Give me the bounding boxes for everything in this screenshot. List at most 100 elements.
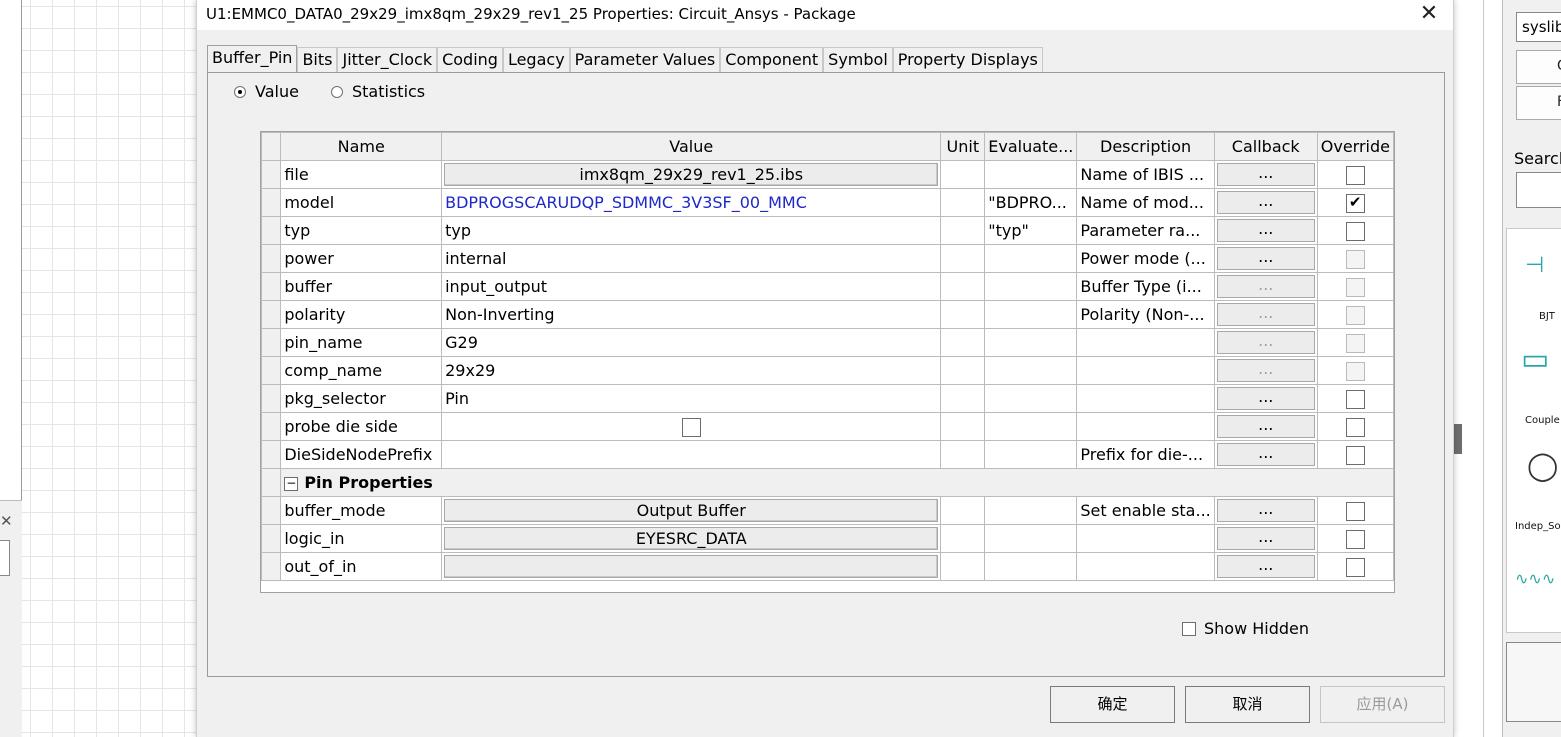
ok-button[interactable]: 确定 <box>1050 686 1175 723</box>
close-button[interactable]: ✕ <box>1415 1 1443 29</box>
override-checkbox[interactable] <box>1345 221 1365 241</box>
collapse-icon[interactable]: − <box>284 476 299 491</box>
callback-button[interactable]: ... <box>1216 191 1315 214</box>
tab-coding[interactable]: Coding <box>437 47 503 73</box>
row-header[interactable] <box>260 160 282 189</box>
cell-value[interactable]: 29x29 <box>441 356 942 385</box>
row-header[interactable] <box>260 412 282 441</box>
row-header[interactable] <box>260 328 282 357</box>
radio-statistics-indicator[interactable] <box>331 85 343 98</box>
callback-button[interactable]: ... <box>1216 247 1315 270</box>
callback-button[interactable]: ... <box>1216 499 1315 522</box>
tab-bits[interactable]: Bits <box>297 47 338 73</box>
callback-button[interactable]: ... <box>1216 443 1315 466</box>
row-header[interactable] <box>260 384 282 413</box>
scrollbar-thumb[interactable] <box>1454 424 1462 454</box>
cell-value[interactable]: Non-Inverting <box>441 300 942 329</box>
cell-value[interactable]: BDPROGSCARUDQP_SDMMC_3V3SF_00_MMC <box>441 188 942 217</box>
show-hidden-option[interactable]: Show Hidden <box>1182 619 1309 638</box>
row-header[interactable] <box>260 552 282 581</box>
table-row[interactable]: out_of_in... <box>260 552 1395 581</box>
table-row[interactable]: file imx8qm_29x29_rev1_25.ibs Name of IBIS… <box>260 160 1395 189</box>
left-panel-field[interactable] <box>0 540 10 576</box>
callback-button[interactable]: ... <box>1216 387 1315 410</box>
row-header[interactable] <box>260 188 282 217</box>
tab-symbol[interactable]: Symbol <box>823 47 893 73</box>
search-input[interactable] <box>1516 172 1561 208</box>
callback-button[interactable]: ... <box>1216 219 1315 242</box>
tab-buffer-pin[interactable]: Buffer_Pin <box>207 45 298 74</box>
row-header[interactable] <box>260 272 282 301</box>
value-button[interactable]: imx8qm_29x29_rev1_25.ibs <box>444 163 939 186</box>
table-row[interactable]: logic_in EYESRC_DATA... <box>260 524 1395 553</box>
radio-value[interactable]: Value <box>234 82 299 101</box>
row-header[interactable] <box>260 300 282 329</box>
override-checkbox[interactable] <box>1345 165 1365 185</box>
tab-component[interactable]: Component <box>720 47 824 73</box>
table-row[interactable]: probe die side... <box>260 412 1395 441</box>
row-header[interactable] <box>260 356 282 385</box>
callback-button[interactable]: ... <box>1216 415 1315 438</box>
override-checkbox[interactable] <box>1345 193 1365 213</box>
tab-parameter-values[interactable]: Parameter Values <box>569 47 721 73</box>
value-checkbox[interactable] <box>681 417 701 437</box>
row-header[interactable] <box>260 496 282 525</box>
override-checkbox[interactable] <box>1345 501 1365 521</box>
radio-value-indicator[interactable] <box>234 85 246 98</box>
column-header-unit[interactable]: Unit <box>940 132 986 161</box>
override-checkbox[interactable] <box>1345 417 1365 437</box>
table-row[interactable]: model BDPROGSCARUDQP_SDMMC_3V3SF_00_MMC "B… <box>260 188 1395 217</box>
table-row[interactable]: pkg_selector Pin... <box>260 384 1395 413</box>
cell-value[interactable] <box>441 440 942 469</box>
callback-button[interactable]: ... <box>1216 163 1315 186</box>
tab-legacy[interactable]: Legacy <box>502 47 570 73</box>
column-header-evaluate[interactable]: Evaluate... <box>984 132 1078 161</box>
tab-jitter-clock[interactable]: Jitter_Clock <box>337 47 438 73</box>
column-header-callback[interactable]: Callback <box>1213 132 1318 161</box>
table-row[interactable]: typ typ "typ" Parameter ra...... <box>260 216 1395 245</box>
row-header[interactable] <box>260 468 282 497</box>
row-header[interactable] <box>260 216 282 245</box>
radio-statistics[interactable]: Statistics <box>331 82 425 101</box>
column-header-name[interactable]: Name <box>280 132 443 161</box>
value-button[interactable]: EYESRC_DATA <box>444 527 939 550</box>
table-row[interactable]: pin_name G29... <box>260 328 1395 357</box>
table-row[interactable]: comp_name 29x29... <box>260 356 1395 385</box>
show-hidden-checkbox[interactable] <box>1182 621 1196 636</box>
override-checkbox[interactable] <box>1345 529 1365 549</box>
apply-button[interactable]: 应用(A) <box>1320 686 1445 723</box>
table-row[interactable]: power internal Power mode (...... <box>260 244 1395 273</box>
row-header[interactable] <box>260 244 282 273</box>
column-header-value[interactable]: Value <box>441 132 942 161</box>
close-icon[interactable]: ✕ <box>0 512 13 530</box>
tab-property-displays[interactable]: Property Displays <box>892 47 1043 73</box>
override-checkbox[interactable] <box>1345 445 1365 465</box>
title-bar[interactable]: U1:EMMC0_DATA0_29x29_imx8qm_29x29_rev1_2… <box>197 0 1453 30</box>
row-header[interactable] <box>260 524 282 553</box>
table-row[interactable]: polarity Non-Inverting Polarity (Non-.....… <box>260 300 1395 329</box>
section-row-pin-properties[interactable]: − Pin Properties <box>260 468 1394 497</box>
cell-value[interactable]: internal <box>441 244 942 273</box>
column-header-override[interactable]: Override <box>1316 132 1395 161</box>
value-button[interactable] <box>444 555 939 578</box>
schematic-canvas-left[interactable] <box>0 0 196 737</box>
column-header-description[interactable]: Description <box>1076 132 1215 161</box>
table-row[interactable]: DieSideNodePrefix Prefix for die-...... <box>260 440 1395 469</box>
library-field[interactable]: syslib_ <box>1516 12 1561 42</box>
callback-button[interactable]: ... <box>1216 555 1315 578</box>
library-button-1[interactable]: G <box>1516 50 1561 84</box>
table-row[interactable]: buffer input_output Buffer Type (i...... <box>260 272 1395 301</box>
cell-value[interactable]: typ <box>441 216 942 245</box>
override-checkbox[interactable] <box>1345 389 1365 409</box>
value-button[interactable]: Output Buffer <box>444 499 939 522</box>
table-row[interactable]: buffer_mode Output Buffer Set enable sta..… <box>260 496 1395 525</box>
section-header[interactable]: − Pin Properties <box>280 468 1394 497</box>
library-button-2[interactable]: F <box>1516 86 1561 120</box>
row-header[interactable] <box>260 440 282 469</box>
override-checkbox[interactable] <box>1345 557 1365 577</box>
cell-value[interactable]: input_output <box>441 272 942 301</box>
cancel-button[interactable]: 取消 <box>1185 686 1310 723</box>
callback-button[interactable]: ... <box>1216 527 1315 550</box>
cell-value[interactable]: Pin <box>441 384 942 413</box>
canvas-scrollbar[interactable] <box>1454 0 1484 737</box>
